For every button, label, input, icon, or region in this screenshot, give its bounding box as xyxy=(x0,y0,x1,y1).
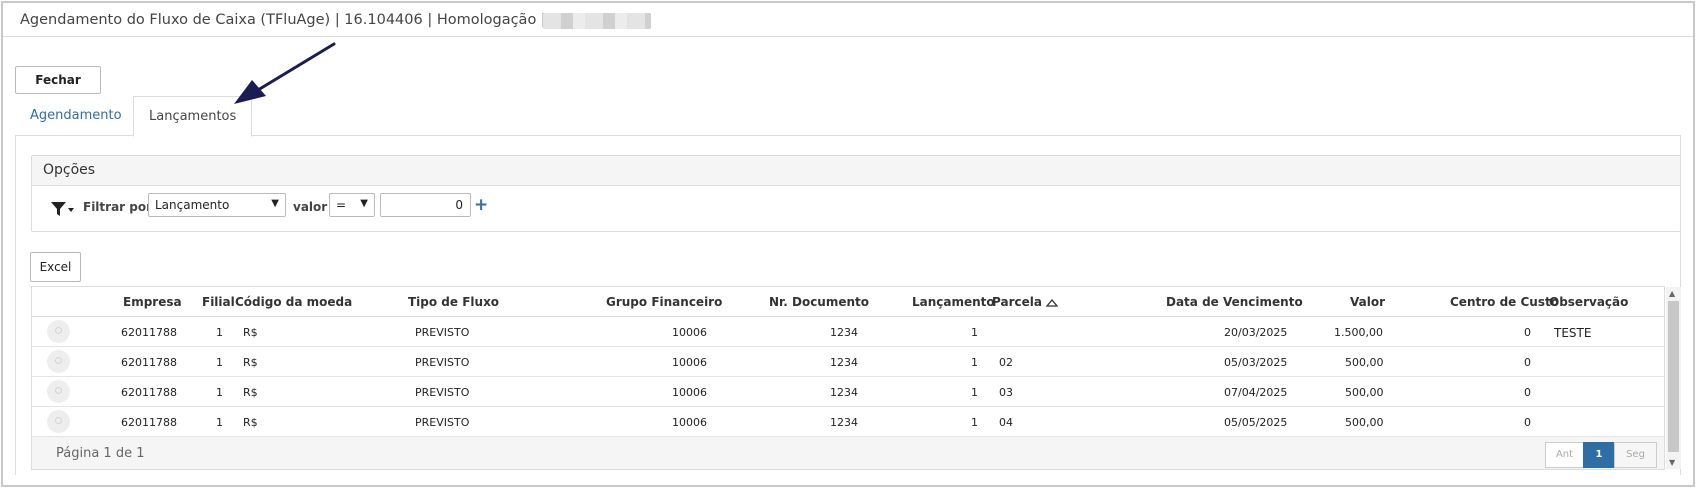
magnifier-icon[interactable] xyxy=(47,380,70,403)
col-parcela-label: Parcela xyxy=(992,295,1042,309)
cell-empresa: 62011788 xyxy=(121,326,177,339)
cell-grupo: 10006 xyxy=(672,326,707,339)
cell-filial: 1 xyxy=(216,416,223,429)
table-row[interactable]: 62011788 1 R$ PREVISTO 10006 1234 1 20/0… xyxy=(32,317,1664,347)
value-label: valor xyxy=(293,200,328,214)
chevron-down-icon: ▼ xyxy=(360,198,368,209)
redacted-environment-name xyxy=(543,13,651,29)
grid-header: Empresa Filial Código da moeda Tipo de F… xyxy=(32,287,1664,317)
cell-valor: 500,00 xyxy=(1345,356,1384,369)
grid-scrollbar[interactable]: ▲ ▼ xyxy=(1666,287,1681,469)
cell-filial: 1 xyxy=(216,356,223,369)
cell-documento: 1234 xyxy=(830,326,858,339)
cell-moeda: R$ xyxy=(243,386,258,399)
cell-vencimento: 05/03/2025 xyxy=(1224,356,1288,369)
table-row[interactable]: 62011788 1 R$ PREVISTO 10006 1234 1 04 0… xyxy=(32,407,1664,437)
chevron-down-icon: ▼ xyxy=(271,198,279,209)
operator-value: = xyxy=(336,198,347,212)
cell-valor: 1.500,00 xyxy=(1334,326,1383,339)
window-title: Agendamento do Fluxo de Caixa (TFluAge) … xyxy=(20,12,546,28)
cell-grupo: 10006 xyxy=(672,386,707,399)
cell-filial: 1 xyxy=(216,386,223,399)
plus-icon[interactable]: + xyxy=(474,195,488,215)
pager-next-button[interactable]: Seg xyxy=(1614,442,1657,468)
cell-empresa: 62011788 xyxy=(121,356,177,369)
col-grupo-financeiro[interactable]: Grupo Financeiro xyxy=(606,295,722,309)
cell-tipo-fluxo: PREVISTO xyxy=(415,356,470,369)
pager-prev-button[interactable]: Ant xyxy=(1545,442,1584,468)
col-observacao[interactable]: Observação xyxy=(1549,295,1628,309)
cell-valor: 500,00 xyxy=(1345,386,1384,399)
cell-parcela: 04 xyxy=(999,416,1013,429)
close-button[interactable]: Fechar xyxy=(15,66,101,94)
grid-footer: Página 1 de 1 Ant 1 Seg xyxy=(32,437,1664,469)
operator-select[interactable]: = ▼ xyxy=(329,193,375,217)
sort-asc-icon xyxy=(1045,298,1059,307)
cell-filial: 1 xyxy=(216,326,223,339)
cell-documento: 1234 xyxy=(830,356,858,369)
launches-grid: Empresa Filial Código da moeda Tipo de F… xyxy=(31,286,1665,470)
cell-centro: 0 xyxy=(1524,356,1531,369)
cell-tipo-fluxo: PREVISTO xyxy=(415,416,470,429)
cell-observacao: TESTE xyxy=(1554,326,1592,340)
col-nr-documento[interactable]: Nr. Documento xyxy=(769,295,869,309)
col-tipo-fluxo[interactable]: Tipo de Fluxo xyxy=(408,295,499,309)
cell-lancamento: 1 xyxy=(971,386,978,399)
magnifier-icon[interactable] xyxy=(47,350,70,373)
filter-value-input[interactable]: 0 xyxy=(380,193,471,217)
col-data-vencimento[interactable]: Data de Vencimento xyxy=(1166,295,1303,309)
cell-centro: 0 xyxy=(1524,416,1531,429)
cell-empresa: 62011788 xyxy=(121,386,177,399)
cell-moeda: R$ xyxy=(243,356,258,369)
filter-field-value: Lançamento xyxy=(155,198,230,212)
cell-centro: 0 xyxy=(1524,326,1531,339)
col-valor[interactable]: Valor xyxy=(1350,295,1385,309)
scroll-thumb[interactable] xyxy=(1668,301,1679,452)
cell-empresa: 62011788 xyxy=(121,416,177,429)
cell-valor: 500,00 xyxy=(1345,416,1384,429)
cell-tipo-fluxo: PREVISTO xyxy=(415,386,470,399)
cell-parcela: 03 xyxy=(999,386,1013,399)
cell-documento: 1234 xyxy=(830,386,858,399)
scroll-down-icon[interactable]: ▼ xyxy=(1669,458,1675,467)
col-filial[interactable]: Filial xyxy=(202,295,235,309)
arrow-annotation-icon xyxy=(234,42,336,104)
cell-grupo: 10006 xyxy=(672,416,707,429)
cell-grupo: 10006 xyxy=(672,356,707,369)
filter-icon[interactable] xyxy=(50,200,74,218)
tab-agendamento[interactable]: Agendamento xyxy=(15,96,137,136)
cell-documento: 1234 xyxy=(830,416,858,429)
cell-lancamento: 1 xyxy=(971,416,978,429)
title-bar: Agendamento do Fluxo de Caixa (TFluAge) … xyxy=(3,3,1693,37)
pager-page-1[interactable]: 1 xyxy=(1583,442,1615,468)
col-codigo-moeda[interactable]: Código da moeda xyxy=(235,295,352,309)
col-parcela[interactable]: Parcela xyxy=(992,295,1059,309)
cell-vencimento: 07/04/2025 xyxy=(1224,386,1288,399)
table-row[interactable]: 62011788 1 R$ PREVISTO 10006 1234 1 02 0… xyxy=(32,347,1664,377)
cell-centro: 0 xyxy=(1524,386,1531,399)
cell-vencimento: 20/03/2025 xyxy=(1224,326,1288,339)
cell-lancamento: 1 xyxy=(971,326,978,339)
cell-tipo-fluxo: PREVISTO xyxy=(415,326,470,339)
cell-vencimento: 05/05/2025 xyxy=(1224,416,1288,429)
page-info: Página 1 de 1 xyxy=(56,446,145,461)
cell-parcela: 02 xyxy=(999,356,1013,369)
magnifier-icon[interactable] xyxy=(47,320,70,343)
excel-export-button[interactable]: Excel xyxy=(30,252,81,282)
cell-lancamento: 1 xyxy=(971,356,978,369)
options-panel: Opções Filtrar por Lançamento ▼ valor = … xyxy=(31,155,1681,232)
filter-field-select[interactable]: Lançamento ▼ xyxy=(148,193,286,217)
cell-moeda: R$ xyxy=(243,416,258,429)
col-centro-custo[interactable]: Centro de Custo xyxy=(1450,295,1559,309)
col-lancamento[interactable]: Lançamento xyxy=(912,295,995,309)
table-row[interactable]: 62011788 1 R$ PREVISTO 10006 1234 1 03 0… xyxy=(32,377,1664,407)
scroll-up-icon[interactable]: ▲ xyxy=(1669,289,1675,298)
col-empresa[interactable]: Empresa xyxy=(123,295,182,309)
magnifier-icon[interactable] xyxy=(47,410,70,433)
filter-by-label: Filtrar por xyxy=(83,200,153,214)
options-title: Opções xyxy=(32,156,1680,186)
cell-moeda: R$ xyxy=(243,326,258,339)
